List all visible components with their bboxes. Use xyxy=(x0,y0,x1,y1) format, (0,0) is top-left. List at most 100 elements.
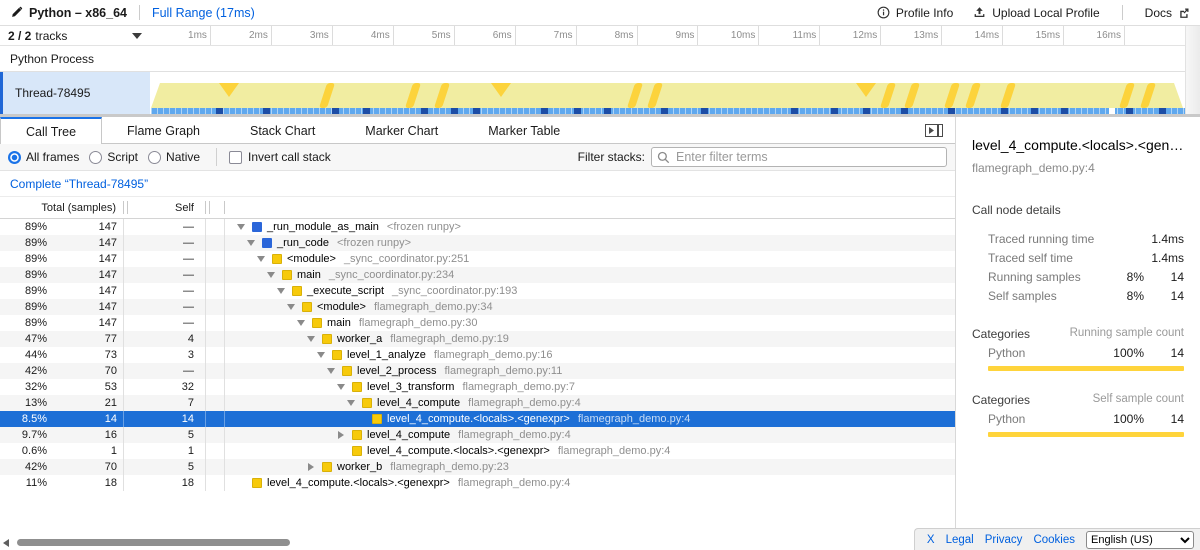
tracks-dropdown-button[interactable]: 2 / 2 tracks xyxy=(0,26,150,45)
tab-marker-chart[interactable]: Marker Chart xyxy=(340,117,463,143)
upload-profile-button[interactable]: Upload Local Profile xyxy=(973,6,1099,20)
cell-total-percent: 47% xyxy=(0,333,52,345)
thread-track-label[interactable]: Thread-78495 xyxy=(0,72,150,114)
cell-self: 14 xyxy=(128,413,200,425)
table-row[interactable]: 47%774worker_aflamegraph_demo.py:19 xyxy=(0,331,955,347)
table-row[interactable]: 13%217level_4_computeflamegraph_demo.py:… xyxy=(0,395,955,411)
expand-arrow-icon[interactable] xyxy=(306,463,322,471)
collapse-arrow-icon[interactable] xyxy=(256,256,272,262)
scroll-left-arrow-icon[interactable] xyxy=(3,539,9,547)
sample-segment xyxy=(1061,108,1068,114)
ruler-tick: 5ms xyxy=(394,26,455,45)
frame-option-script[interactable]: Script xyxy=(89,150,138,164)
table-row[interactable]: 42%705worker_bflamegraph_demo.py:23 xyxy=(0,459,955,475)
expand-arrow-icon[interactable] xyxy=(336,431,352,439)
collapse-arrow-icon[interactable] xyxy=(246,240,262,246)
footer-link-cookies[interactable]: Cookies xyxy=(1033,534,1075,546)
table-row[interactable]: 89%147—<module>_sync_coordinator.py:251 xyxy=(0,251,955,267)
cell-total-percent: 89% xyxy=(0,253,52,265)
function-file-location: flamegraph_demo.py:4 xyxy=(458,429,571,441)
activity-slash-mark xyxy=(880,83,896,108)
frame-option-label: Native xyxy=(166,150,200,164)
language-select[interactable]: English (US) xyxy=(1086,531,1194,549)
collapse-arrow-icon[interactable] xyxy=(276,288,292,294)
cell-total-percent: 8.5% xyxy=(0,413,52,425)
category-square-yellow xyxy=(312,318,322,328)
process-track-header[interactable]: Python Process xyxy=(0,46,1200,72)
table-row[interactable]: 89%147—<module>flamegraph_demo.py:34 xyxy=(0,299,955,315)
ruler-tick: 11ms xyxy=(759,26,820,45)
dismiss-footer-link[interactable]: X xyxy=(927,534,935,546)
selected-node-title: level_4_compute.<locals>.<genexpr> xyxy=(972,137,1184,153)
collapse-arrow-icon[interactable] xyxy=(316,352,332,358)
profile-info-button[interactable]: Profile Info xyxy=(877,6,953,20)
table-row[interactable]: 32%5332level_3_transformflamegraph_demo.… xyxy=(0,379,955,395)
table-row[interactable]: 89%147—_run_code<frozen runpy> xyxy=(0,235,955,251)
scrollbar-thumb[interactable] xyxy=(17,539,290,546)
timeline-ruler-row: 2 / 2 tracks 1ms2ms3ms4ms5ms6ms7ms8ms9ms… xyxy=(0,26,1200,46)
table-row[interactable]: 42%70—level_2_processflamegraph_demo.py:… xyxy=(0,363,955,379)
tab-flame-graph[interactable]: Flame Graph xyxy=(102,117,225,143)
thread-activity-graph[interactable] xyxy=(150,72,1200,114)
divider xyxy=(139,5,140,20)
ruler-tick-label: 9ms xyxy=(676,30,695,41)
tab-marker-table[interactable]: Marker Table xyxy=(463,117,585,143)
cell-self: — xyxy=(128,317,200,329)
detail-percent: 8% xyxy=(1100,289,1144,303)
activity-slash-mark xyxy=(1119,83,1135,108)
category-square-yellow xyxy=(372,414,382,424)
category-square-yellow xyxy=(352,446,362,456)
footer-link-legal[interactable]: Legal xyxy=(946,534,974,546)
process-label: Python Process xyxy=(10,52,94,66)
edit-pencil-icon[interactable] xyxy=(10,6,23,19)
collapse-arrow-icon[interactable] xyxy=(266,272,282,278)
invert-call-stack-checkbox[interactable]: Invert call stack xyxy=(229,150,331,164)
cell-self: — xyxy=(128,269,200,281)
full-range-link[interactable]: Full Range (17ms) xyxy=(152,6,255,20)
category-section: CategoriesRunning sample countPython100%… xyxy=(972,327,1184,371)
table-row[interactable]: 89%147—_run_module_as_main<frozen runpy> xyxy=(0,219,955,235)
collapse-arrow-icon[interactable] xyxy=(236,224,252,230)
filter-stacks-input[interactable] xyxy=(651,147,947,167)
frame-option-all-frames[interactable]: All frames xyxy=(8,150,79,164)
column-header-total[interactable]: Total (samples) xyxy=(0,202,120,214)
table-row[interactable]: 89%147—mainflamegraph_demo.py:30 xyxy=(0,315,955,331)
table-row[interactable]: 89%147—main_sync_coordinator.py:234 xyxy=(0,267,955,283)
breadcrumb-complete-range-link[interactable]: Complete “Thread-78495” xyxy=(10,177,148,191)
collapse-arrow-icon[interactable] xyxy=(296,320,312,326)
table-row[interactable]: 11%1818level_4_compute.<locals>.<genexpr… xyxy=(0,475,955,491)
sample-segment xyxy=(831,108,838,114)
cell-icon xyxy=(210,267,225,283)
collapse-arrow-icon[interactable] xyxy=(336,384,352,390)
column-header-self[interactable]: Self xyxy=(128,202,200,214)
cell-self: 5 xyxy=(128,429,200,441)
collapse-arrow-icon[interactable] xyxy=(346,400,362,406)
cell-total-samples: 147 xyxy=(52,269,120,281)
docs-link[interactable]: Docs xyxy=(1145,6,1190,20)
tab-call-tree[interactable]: Call Tree xyxy=(0,117,102,144)
filter-stacks-label: Filter stacks: xyxy=(578,150,645,164)
collapse-arrow-icon[interactable] xyxy=(306,336,322,342)
sidebar-toggle-icon[interactable] xyxy=(925,124,943,137)
collapse-arrow-icon[interactable] xyxy=(326,368,342,374)
table-row[interactable]: 89%147—_execute_script_sync_coordinator.… xyxy=(0,283,955,299)
ruler-tick: 4ms xyxy=(333,26,394,45)
sidebar-categories: CategoriesRunning sample countPython100%… xyxy=(972,327,1184,437)
ruler-tick xyxy=(1125,26,1185,45)
footer-link-privacy[interactable]: Privacy xyxy=(985,534,1023,546)
frame-option-native[interactable]: Native xyxy=(148,150,200,164)
table-row[interactable]: 44%733level_1_analyzeflamegraph_demo.py:… xyxy=(0,347,955,363)
tracks-count: 2 / 2 xyxy=(8,29,31,43)
tab-stack-chart[interactable]: Stack Chart xyxy=(225,117,340,143)
activity-slash-mark xyxy=(1000,83,1016,108)
call-tree-rows: 89%147—_run_module_as_main<frozen runpy>… xyxy=(0,219,955,550)
cell-icon xyxy=(210,251,225,267)
function-file-location: _sync_coordinator.py:193 xyxy=(392,285,517,297)
table-row[interactable]: 0.6%11level_4_compute.<locals>.<genexpr>… xyxy=(0,443,955,459)
external-link-icon xyxy=(1178,7,1190,19)
collapse-arrow-icon[interactable] xyxy=(286,304,302,310)
table-row[interactable]: 9.7%165level_4_computeflamegraph_demo.py… xyxy=(0,427,955,443)
cell-self: — xyxy=(128,301,200,313)
table-row[interactable]: 8.5%1414level_4_compute.<locals>.<genexp… xyxy=(0,411,955,427)
timeline-vertical-scrollbar[interactable] xyxy=(1185,26,1200,114)
